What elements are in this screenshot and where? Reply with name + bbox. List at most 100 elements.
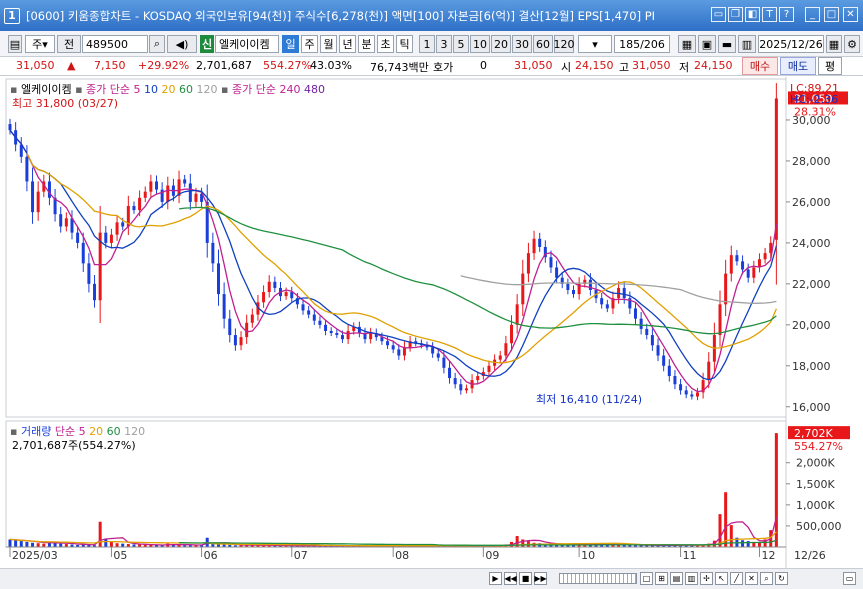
refresh-icon[interactable]: ↻ [775, 572, 788, 585]
period-6[interactable]: 틱 [396, 35, 413, 53]
panel-toggle-icon[interactable]: ▭ [843, 572, 856, 585]
interval-20[interactable]: 20 [491, 35, 511, 53]
price-tick-label: 26,000 [792, 196, 831, 209]
period-3[interactable]: 년 [339, 35, 356, 53]
toolbar: ▤ 주 ▾ 전 489500 ⌕ ◀) 신 엘케이이켐 ▾ 185/206 ▦ ▣… [0, 31, 863, 57]
period-5[interactable]: 초 [377, 35, 394, 53]
sell-button[interactable]: 매도 [780, 57, 816, 75]
forward-icon[interactable]: ▶▶ [534, 572, 547, 585]
candle-body [639, 318, 643, 329]
count-field[interactable]: 185/206 [614, 35, 670, 53]
interval-10[interactable]: 10 [470, 35, 490, 53]
date-label: 10 [581, 549, 595, 562]
period-2[interactable]: 월 [320, 35, 337, 53]
last-volume-pct-label: 554.27% [794, 440, 843, 453]
view-icon[interactable]: ▤ [670, 572, 683, 585]
search-zoom-icon[interactable]: ⌕ [760, 572, 773, 585]
volume-bar [59, 543, 63, 547]
crosshair-icon[interactable]: ✢ [700, 572, 713, 585]
help-icon[interactable]: ? [779, 7, 794, 22]
candle-body [115, 222, 119, 235]
volume-pct: 554.27% [263, 59, 312, 72]
period-dropdown[interactable]: ▾ [578, 35, 612, 53]
eval-button[interactable]: 평 [818, 57, 842, 75]
save-icon[interactable]: ▬ [718, 35, 736, 53]
rewind-icon[interactable]: ◀◀ [504, 572, 517, 585]
pin-icon[interactable]: ◧ [745, 7, 760, 22]
candle-body [397, 349, 401, 356]
candle-body [724, 273, 728, 305]
period-1[interactable]: 주 [301, 35, 318, 53]
price-volume-chart[interactable]: 30,00028,00026,00024,00022,00020,00018,0… [0, 77, 863, 569]
candle-body [216, 263, 220, 295]
buy-button[interactable]: 매수 [742, 57, 778, 75]
list-icon[interactable]: ▤ [8, 35, 22, 53]
line-icon[interactable]: ╱ [730, 572, 743, 585]
volume-bar [741, 540, 745, 547]
candle-body [667, 365, 671, 377]
price-tick-label: 28,000 [792, 155, 831, 168]
search-icon[interactable]: ⌕ [149, 35, 165, 53]
tile-icon[interactable]: ▦ [678, 35, 696, 53]
candle-body [31, 181, 35, 213]
interval-60[interactable]: 60 [533, 35, 553, 53]
interval-5[interactable]: 5 [453, 35, 469, 53]
chart-area[interactable]: 30,000 28,000 26,000 24,000 22,000 20,000 18,0… [0, 77, 863, 569]
settings-icon[interactable]: ⚙ [844, 35, 860, 53]
calendar-picker-icon[interactable]: ▦ [826, 35, 842, 53]
candle-body [622, 287, 626, 299]
candle-body [510, 324, 514, 344]
interval-3[interactable]: 3 [436, 35, 452, 53]
candle-body [679, 384, 683, 391]
minimize-window-icon[interactable]: _ [805, 7, 820, 22]
candle-body [600, 298, 604, 305]
candle-body [284, 292, 288, 297]
market-select[interactable]: 주 ▾ [25, 35, 55, 53]
window-number: 1 [4, 7, 20, 24]
date-right-label: 12/26 [794, 549, 826, 562]
volume-tick-label: 1,000K [796, 499, 835, 512]
ma240-label: 종가 단순 240 [232, 83, 301, 96]
volume-bar [25, 541, 29, 547]
all-button[interactable]: 전 [57, 35, 81, 53]
last-pct-label: 28.31% [794, 105, 836, 118]
filter-icon[interactable]: T [762, 7, 777, 22]
play-icon[interactable]: ▶ [489, 572, 502, 585]
close-icon[interactable]: ✕ [843, 7, 858, 22]
scrollbar[interactable] [559, 573, 637, 584]
sound-icon[interactable]: ◀) [167, 35, 197, 53]
code-input[interactable]: 489500 [82, 35, 148, 53]
zoom-in-icon[interactable]: ⊞ [655, 572, 668, 585]
period-0[interactable]: 일 [282, 35, 299, 53]
stop-icon[interactable]: ■ [519, 572, 532, 585]
candle-body [690, 394, 694, 397]
interval-1[interactable]: 1 [419, 35, 435, 53]
period-4[interactable]: 분 [358, 35, 375, 53]
restore-icon[interactable]: ❐ [728, 7, 743, 22]
candle-body [402, 347, 406, 356]
calendar-icon[interactable]: ▥ [738, 35, 756, 53]
candle-body [183, 179, 187, 184]
candle-body [673, 376, 677, 385]
candle-body [36, 191, 40, 213]
interval-30[interactable]: 30 [512, 35, 532, 53]
magnet-icon[interactable]: ✕ [745, 572, 758, 585]
price-tick-label: 16,000 [792, 401, 831, 414]
stock-name-field[interactable]: 엘케이이켐 [215, 35, 279, 53]
ma120-label: 120 [196, 83, 218, 96]
candle-body [538, 238, 542, 247]
lock-icon[interactable]: ▣ [698, 35, 716, 53]
date-field[interactable]: 2025/12/26 [758, 35, 824, 53]
candle-body [498, 355, 502, 360]
ask-price: 31,050 [514, 59, 553, 72]
date-label: 08 [395, 549, 409, 562]
zoom-out-icon[interactable]: □ [640, 572, 653, 585]
maximize-icon[interactable]: □ [824, 7, 839, 22]
cursor-icon[interactable]: ↖ [715, 572, 728, 585]
quote-bar: 31,050 ▲ 7,150 +29.92% 2,701,687 554.27%… [0, 57, 863, 76]
view-all-icon[interactable]: ▥ [685, 572, 698, 585]
interval-120[interactable]: 120 [554, 35, 575, 53]
volume-bar [98, 521, 102, 547]
minimize-icon[interactable]: ▭ [711, 7, 726, 22]
volume-bar [121, 543, 125, 547]
